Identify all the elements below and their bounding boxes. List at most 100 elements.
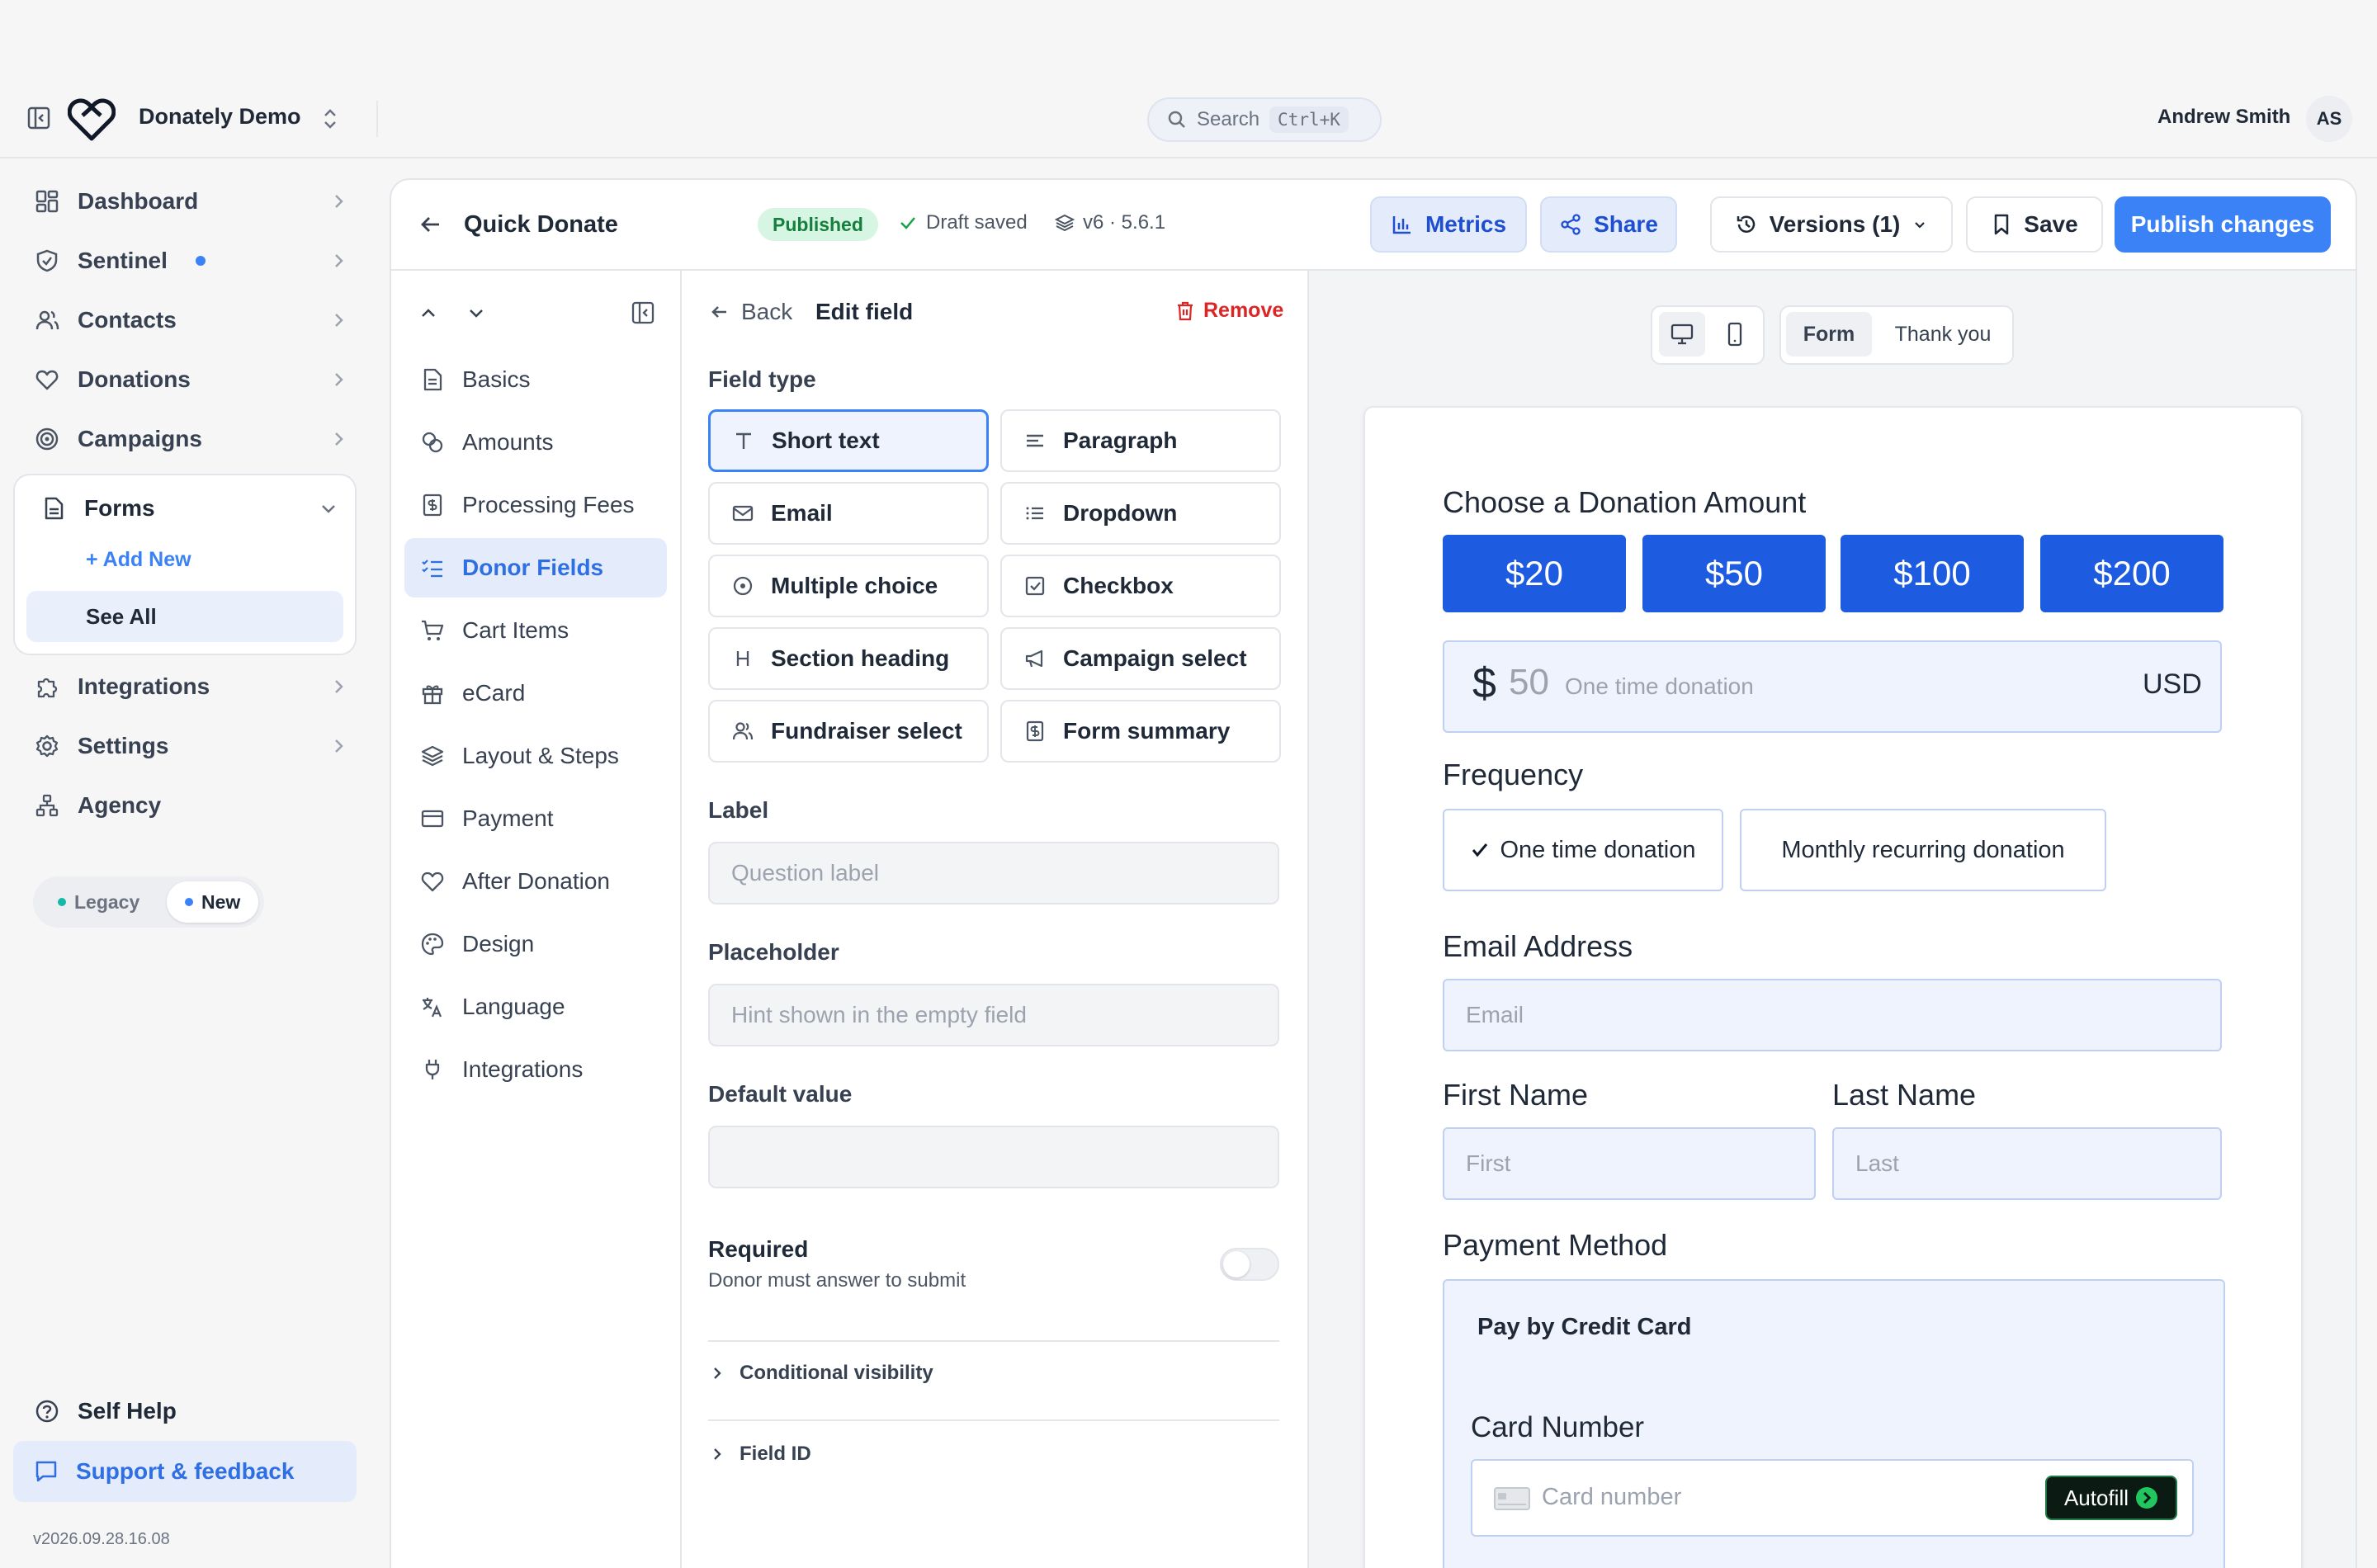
required-description: Donor must answer to submit	[708, 1269, 966, 1292]
section-layout-steps[interactable]: Layout & Steps	[404, 726, 667, 786]
versions-dropdown[interactable]: Versions (1)	[1710, 196, 1953, 253]
desktop-view-button[interactable]	[1659, 312, 1705, 357]
self-help-link[interactable]: Self Help	[13, 1385, 357, 1438]
amount-option[interactable]: $200	[2040, 535, 2223, 612]
coins-icon	[419, 429, 446, 456]
sidebar-item-donations[interactable]: Donations	[13, 353, 357, 406]
app-name[interactable]: Donately Demo	[139, 104, 301, 130]
chevron-down-icon[interactable]	[319, 498, 338, 518]
sidebar-item-campaigns[interactable]: Campaigns	[13, 413, 357, 465]
chevron-up-down-icon[interactable]	[320, 106, 340, 132]
question-label-input[interactable]	[708, 842, 1279, 904]
status-badge: Published	[758, 208, 878, 241]
donation-amount-heading: Choose a Donation Amount	[1443, 485, 1807, 519]
sidebar-item-dashboard[interactable]: Dashboard	[13, 175, 357, 228]
save-button[interactable]: Save	[1966, 196, 2103, 253]
placeholder-input[interactable]	[708, 984, 1279, 1046]
section-payment[interactable]: Payment	[404, 789, 667, 848]
chevron-up-icon[interactable]	[416, 300, 441, 325]
amount-option[interactable]: $20	[1443, 535, 1626, 612]
metrics-button[interactable]: Metrics	[1370, 196, 1527, 253]
collapse-panel-icon[interactable]	[631, 300, 655, 325]
chevron-right-icon[interactable]	[328, 370, 348, 390]
back-arrow-icon[interactable]	[416, 211, 446, 238]
mobile-view-button[interactable]	[1712, 312, 1758, 357]
field-type-label: Section heading	[771, 645, 950, 671]
target-icon	[33, 425, 61, 453]
custom-amount-input[interactable]	[1443, 640, 2222, 733]
email-field[interactable]	[1443, 979, 2222, 1051]
field-type-fundraiser-select[interactable]: Fundraiser select	[708, 700, 989, 763]
amount-option[interactable]: $50	[1642, 535, 1826, 612]
sidebar-item-forms[interactable]: Forms	[20, 482, 350, 535]
remove-button[interactable]: Remove	[1175, 299, 1283, 323]
section-cart-items[interactable]: Cart Items	[404, 601, 667, 660]
tab-form[interactable]: Form	[1786, 312, 1872, 357]
field-id-accordion[interactable]: Field ID	[708, 1443, 811, 1466]
field-type-form-summary[interactable]: Form summary	[1000, 700, 1281, 763]
default-value-input[interactable]	[708, 1126, 1279, 1188]
sidebar-item-integrations[interactable]: Integrations	[13, 660, 357, 713]
autofill-button[interactable]: Autofill	[2045, 1476, 2177, 1520]
checkbox-icon	[1022, 573, 1048, 599]
share-button[interactable]: Share	[1540, 196, 1677, 253]
dashboard-icon	[33, 187, 61, 215]
add-new-link[interactable]: + Add New	[86, 548, 191, 572]
field-type-short-text[interactable]: Short text	[708, 409, 989, 472]
mode-legacy[interactable]: Legacy	[40, 881, 158, 923]
amount-option[interactable]: $100	[1841, 535, 2024, 612]
chevron-down-icon[interactable]	[464, 300, 489, 325]
see-all-link[interactable]: See All	[26, 591, 343, 642]
field-type-email[interactable]: Email	[708, 482, 989, 545]
section-amounts[interactable]: Amounts	[404, 413, 667, 472]
sidebar-item-settings[interactable]: Settings	[13, 720, 357, 772]
section-processing-fees[interactable]: Processing Fees	[404, 475, 667, 535]
heart-icon	[419, 868, 446, 895]
trash-icon	[1175, 300, 1195, 322]
user-name[interactable]: Andrew Smith	[2157, 106, 2290, 129]
tab-thank-you[interactable]: Thank you	[1878, 312, 2007, 357]
search-shortcut: Ctrl+K	[1269, 106, 1349, 133]
conditional-visibility-accordion[interactable]: Conditional visibility	[708, 1362, 933, 1385]
status-dot	[185, 898, 193, 906]
field-type-multiple-choice[interactable]: Multiple choice	[708, 555, 989, 617]
mode-new[interactable]: New	[167, 881, 259, 923]
field-type-dropdown[interactable]: Dropdown	[1000, 482, 1281, 545]
section-ecard[interactable]: eCard	[404, 664, 667, 723]
last-name-field[interactable]	[1832, 1127, 2222, 1200]
field-type-checkbox[interactable]: Checkbox	[1000, 555, 1281, 617]
section-design[interactable]: Design	[404, 914, 667, 974]
sidebar-toggle-icon[interactable]	[26, 106, 51, 130]
publish-button[interactable]: Publish changes	[2115, 196, 2331, 253]
page-title: Quick Donate	[464, 211, 618, 238]
sidebar-item-contacts[interactable]: Contacts	[13, 294, 357, 347]
chevron-right-icon[interactable]	[328, 251, 348, 271]
section-basics[interactable]: Basics	[404, 350, 667, 409]
field-type-campaign-select[interactable]: Campaign select	[1000, 627, 1281, 690]
field-type-label: Email	[771, 500, 833, 526]
section-after-donation[interactable]: After Donation	[404, 852, 667, 911]
amount-hint: One time donation	[1565, 673, 1754, 699]
back-button[interactable]: Back	[708, 299, 792, 325]
frequency-one-time[interactable]: One time donation	[1443, 809, 1723, 891]
chevron-right-icon[interactable]	[328, 677, 348, 697]
chevron-right-icon[interactable]	[328, 736, 348, 756]
sidebar-item-sentinel[interactable]: Sentinel	[13, 234, 357, 287]
chevron-right-icon[interactable]	[328, 310, 348, 330]
frequency-label: One time donation	[1500, 836, 1696, 863]
card-number-label: Card Number	[1471, 1411, 1645, 1443]
build-version: v2026.09.28.16.08	[33, 1530, 170, 1548]
field-type-section-heading[interactable]: Section heading	[708, 627, 989, 690]
search-bar[interactable]: Search Ctrl+K	[1147, 97, 1382, 142]
field-type-paragraph[interactable]: Paragraph	[1000, 409, 1281, 472]
frequency-monthly[interactable]: Monthly recurring donation	[1740, 809, 2106, 891]
chevron-right-icon[interactable]	[328, 429, 348, 449]
section-donor-fields[interactable]: Donor Fields	[404, 538, 667, 597]
chevron-right-icon[interactable]	[328, 191, 348, 211]
first-name-field[interactable]	[1443, 1127, 1816, 1200]
section-integrations[interactable]: Integrations	[404, 1040, 667, 1099]
support-feedback-button[interactable]: Support & feedback	[13, 1441, 357, 1502]
section-language[interactable]: Language	[404, 977, 667, 1037]
sidebar-item-agency[interactable]: Agency	[13, 779, 357, 832]
avatar[interactable]: AS	[2306, 96, 2352, 142]
